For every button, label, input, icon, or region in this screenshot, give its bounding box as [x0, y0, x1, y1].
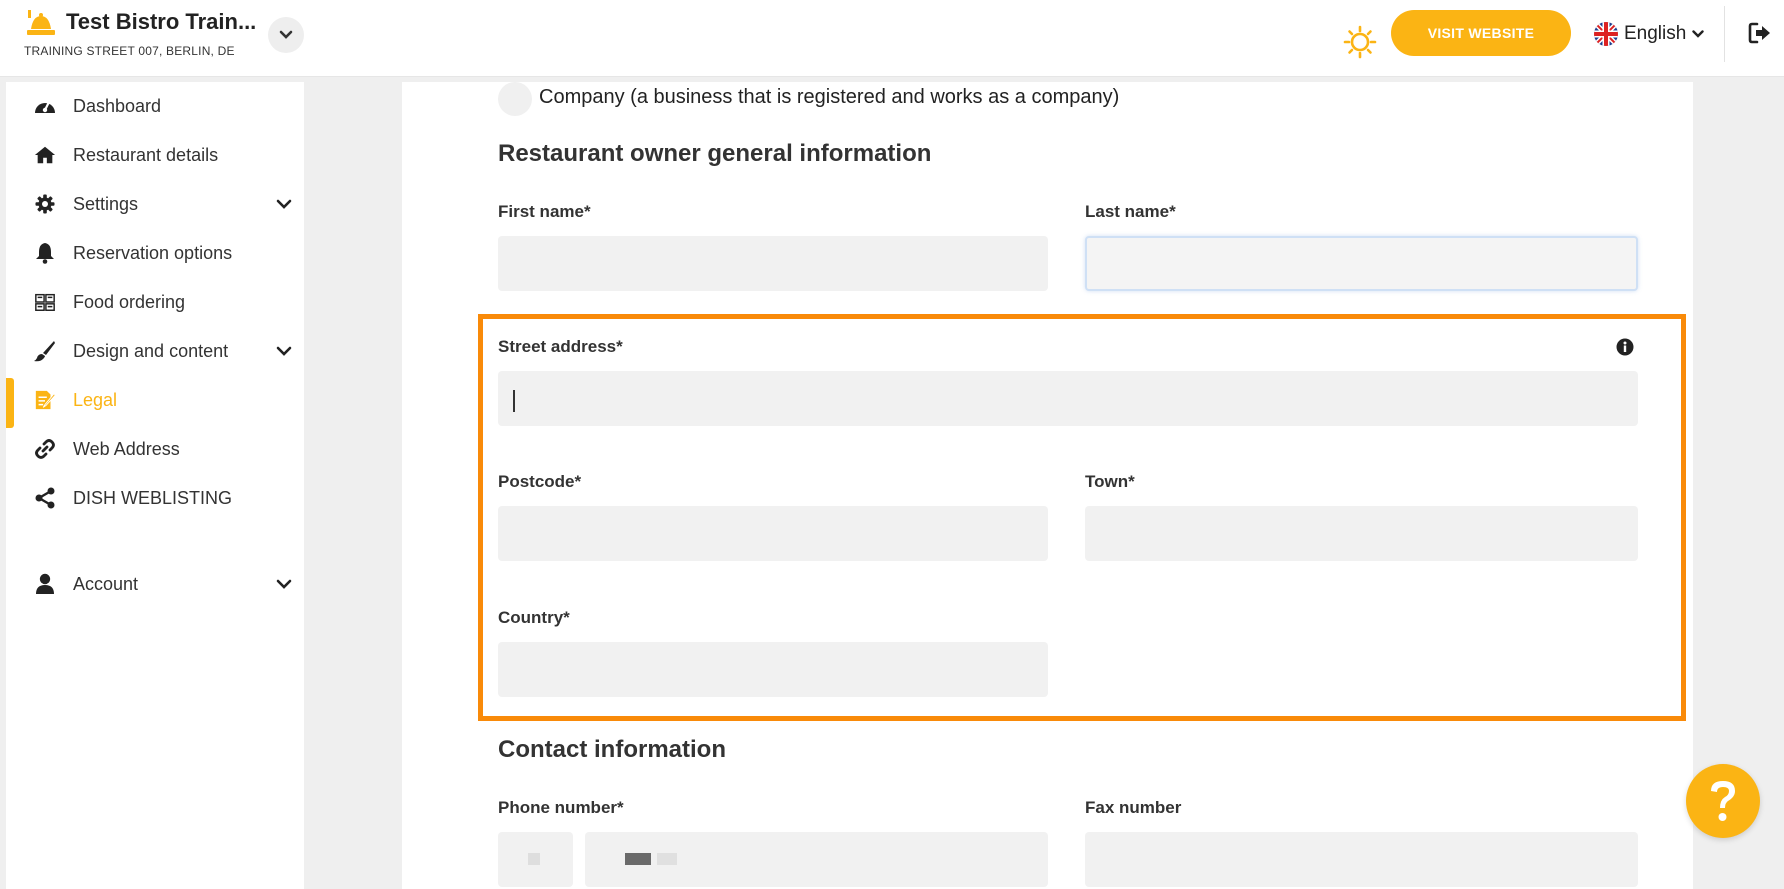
user-icon: [34, 573, 56, 595]
sidebar-item-food-ordering[interactable]: Food ordering: [6, 280, 304, 324]
question-mark-icon: [1711, 781, 1735, 821]
sidebar-item-label: DISH WEBLISTING: [73, 488, 233, 508]
sidebar-item-label: Web Address: [73, 439, 180, 459]
sidebar-item-legal[interactable]: Legal: [6, 378, 304, 428]
last-name-label: Last name*: [1085, 202, 1176, 221]
company-radio-label: Company (a business that is registered a…: [539, 86, 1120, 108]
phone-number-field[interactable]: [585, 832, 1048, 887]
restaurant-switch-button[interactable]: [268, 17, 304, 53]
country-field[interactable]: [498, 642, 1048, 697]
language-selector[interactable]: English: [1594, 20, 1705, 48]
legal-document-icon: [34, 389, 56, 411]
restaurant-address: TRAINING STREET 007, BERLIN, DE: [24, 44, 235, 58]
sidebar-item-label: Restaurant details: [73, 145, 219, 165]
blurred-phone-number: [657, 853, 677, 865]
dashboard-gauge-icon: [34, 95, 56, 117]
gear-icon: [34, 193, 56, 215]
first-name-label: First name*: [498, 202, 591, 221]
street-address-label: Street address*: [498, 337, 623, 356]
contact-section-title: Contact information: [498, 736, 726, 763]
bell-icon: [34, 242, 56, 264]
theme-toggle-icon[interactable]: [1306, 20, 1380, 62]
sidebar-item-design-and-content[interactable]: Design and content: [6, 329, 304, 373]
sidebar-item-label: Design and content: [73, 341, 229, 361]
country-label: Country*: [498, 608, 570, 627]
share-icon: [34, 487, 56, 509]
fax-number-label: Fax number: [1085, 798, 1182, 817]
sidebar-item-label: Food ordering: [73, 292, 186, 312]
chevron-down-icon: [1692, 29, 1705, 38]
help-button[interactable]: [1686, 764, 1760, 838]
active-item-marker: [6, 378, 14, 428]
legal-form-card: Company (a business that is registered a…: [402, 82, 1693, 889]
blurred-country-code: [528, 853, 540, 865]
home-icon: [34, 144, 56, 166]
paintbrush-icon: [34, 340, 56, 362]
town-field[interactable]: [1085, 506, 1638, 561]
visit-website-button[interactable]: VISIT WEBSITE: [1391, 10, 1571, 56]
phone-number-label: Phone number*: [498, 798, 624, 817]
first-name-field[interactable]: [498, 236, 1048, 291]
sidebar-item-dashboard[interactable]: Dashboard: [6, 84, 304, 128]
sidebar-item-label: Account: [73, 574, 139, 594]
postcode-field[interactable]: [498, 506, 1048, 561]
language-label: English: [1624, 23, 1687, 44]
blurred-phone-number: [625, 853, 651, 865]
info-icon[interactable]: [1616, 338, 1634, 356]
sidebar-item-reservation-options[interactable]: Reservation options: [6, 231, 304, 275]
town-label: Town*: [1085, 472, 1135, 491]
chevron-down-icon[interactable]: [276, 197, 292, 211]
sidebar-item-restaurant-details[interactable]: Restaurant details: [6, 133, 304, 177]
uk-flag-icon: [1594, 22, 1618, 46]
chevron-down-icon[interactable]: [276, 344, 292, 358]
company-radio[interactable]: [498, 82, 532, 116]
street-address-field[interactable]: [498, 371, 1638, 426]
sidebar-item-dish-weblisting[interactable]: DISH WEBLISTING: [6, 476, 304, 520]
owner-section-title: Restaurant owner general information: [498, 140, 932, 167]
logout-icon[interactable]: [1748, 22, 1772, 44]
sidebar-item-account[interactable]: Account: [6, 562, 304, 606]
link-icon: [34, 438, 56, 460]
chevron-down-icon[interactable]: [276, 577, 292, 591]
sidebar-item-settings[interactable]: Settings: [6, 182, 304, 226]
text-cursor: [513, 390, 515, 412]
last-name-field[interactable]: [1085, 236, 1638, 291]
sidebar-item-label: Legal: [73, 390, 118, 410]
top-bar-divider: [1724, 6, 1725, 62]
sidebar-item-web-address[interactable]: Web Address: [6, 427, 304, 471]
sidebar-item-label: Settings: [73, 194, 139, 214]
food-ordering-icon: [34, 291, 56, 313]
top-bar: Test Bistro Train... TRAINING STREET 007…: [0, 0, 1784, 77]
restaurant-logo-icon: [27, 10, 55, 35]
fax-number-field[interactable]: [1085, 832, 1638, 887]
postcode-label: Postcode*: [498, 472, 582, 491]
phone-country-code-field[interactable]: [498, 832, 573, 887]
restaurant-name: Test Bistro Train...: [66, 9, 257, 34]
sidebar-item-label: Reservation options: [73, 243, 233, 263]
sidebar-item-label: Dashboard: [73, 96, 162, 116]
sidebar: Dashboard Restaurant details Settings Re…: [6, 82, 304, 889]
chevron-down-icon: [279, 30, 293, 39]
